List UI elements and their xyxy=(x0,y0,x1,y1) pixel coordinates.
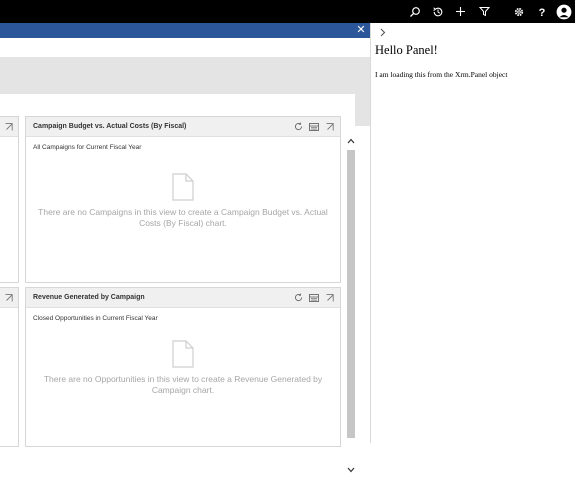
scrollbar-thumb[interactable] xyxy=(347,150,355,438)
partial-card-header xyxy=(0,117,18,137)
recent-history-icon[interactable] xyxy=(427,0,449,23)
empty-chart-message: There are no Campaigns in this view to c… xyxy=(38,207,328,228)
search-icon[interactable] xyxy=(404,0,426,23)
dashboard-area: Campaign Budget vs. Actual Costs (By Fis… xyxy=(0,38,370,477)
user-avatar-icon[interactable] xyxy=(553,0,575,23)
expand-chart-icon[interactable] xyxy=(322,288,338,307)
settings-gear-icon[interactable] xyxy=(508,0,530,23)
advanced-filter-icon[interactable] xyxy=(473,0,495,23)
chart-actions xyxy=(290,288,338,307)
side-panel: Hello Panel! I am loading this from the … xyxy=(370,23,575,443)
chart-card-header: Revenue Generated by Campaign xyxy=(26,288,340,308)
expand-chart-icon[interactable] xyxy=(2,288,16,307)
partial-card-header xyxy=(0,288,18,308)
scroll-down-arrow-icon[interactable] xyxy=(344,463,358,477)
quick-create-plus-icon[interactable] xyxy=(449,0,471,23)
command-bar xyxy=(0,38,370,57)
help-question-icon[interactable]: ? xyxy=(531,0,553,23)
empty-document-icon xyxy=(172,173,194,206)
chart-view-selector[interactable]: All Campaigns for Current Fiscal Year xyxy=(33,144,141,151)
chart-card-revenue-by-campaign: Revenue Generated by Campaign Closed Opp… xyxy=(25,287,341,447)
panel-collapse-chevron-icon[interactable] xyxy=(376,25,390,39)
close-icon[interactable]: ✕ xyxy=(355,23,367,38)
partial-chart-card-bottom xyxy=(0,287,19,447)
dashboard-right-gutter xyxy=(355,94,370,126)
chart-title: Revenue Generated by Campaign xyxy=(33,294,145,301)
partial-chart-card-top xyxy=(0,116,19,283)
view-records-icon[interactable] xyxy=(306,117,322,136)
panel-body-text: I am loading this from the Xrm.Panel obj… xyxy=(375,70,508,79)
chart-title: Campaign Budget vs. Actual Costs (By Fis… xyxy=(33,123,187,130)
expand-chart-icon[interactable] xyxy=(2,117,16,136)
dashboard-scrollbar[interactable] xyxy=(344,134,358,477)
refresh-icon[interactable] xyxy=(290,117,306,136)
dashboard-header xyxy=(0,57,370,94)
chart-actions xyxy=(290,117,338,136)
empty-chart-message: There are no Opportunities in this view … xyxy=(43,374,323,395)
scroll-up-arrow-icon[interactable] xyxy=(344,134,358,148)
expand-chart-icon[interactable] xyxy=(322,117,338,136)
chart-card-campaign-budget: Campaign Budget vs. Actual Costs (By Fis… xyxy=(25,116,341,283)
dashboard-body: Campaign Budget vs. Actual Costs (By Fis… xyxy=(0,94,355,447)
chart-view-selector[interactable]: Closed Opportunities in Current Fiscal Y… xyxy=(33,315,158,322)
dialog-title-bar: ✕ xyxy=(0,23,370,38)
refresh-icon[interactable] xyxy=(290,288,306,307)
top-nav-bar: ? xyxy=(0,0,575,23)
chart-card-header: Campaign Budget vs. Actual Costs (By Fis… xyxy=(26,117,340,137)
empty-document-icon xyxy=(172,340,194,373)
svg-text:?: ? xyxy=(539,7,546,18)
panel-heading: Hello Panel! xyxy=(375,43,438,57)
view-records-icon[interactable] xyxy=(306,288,322,307)
